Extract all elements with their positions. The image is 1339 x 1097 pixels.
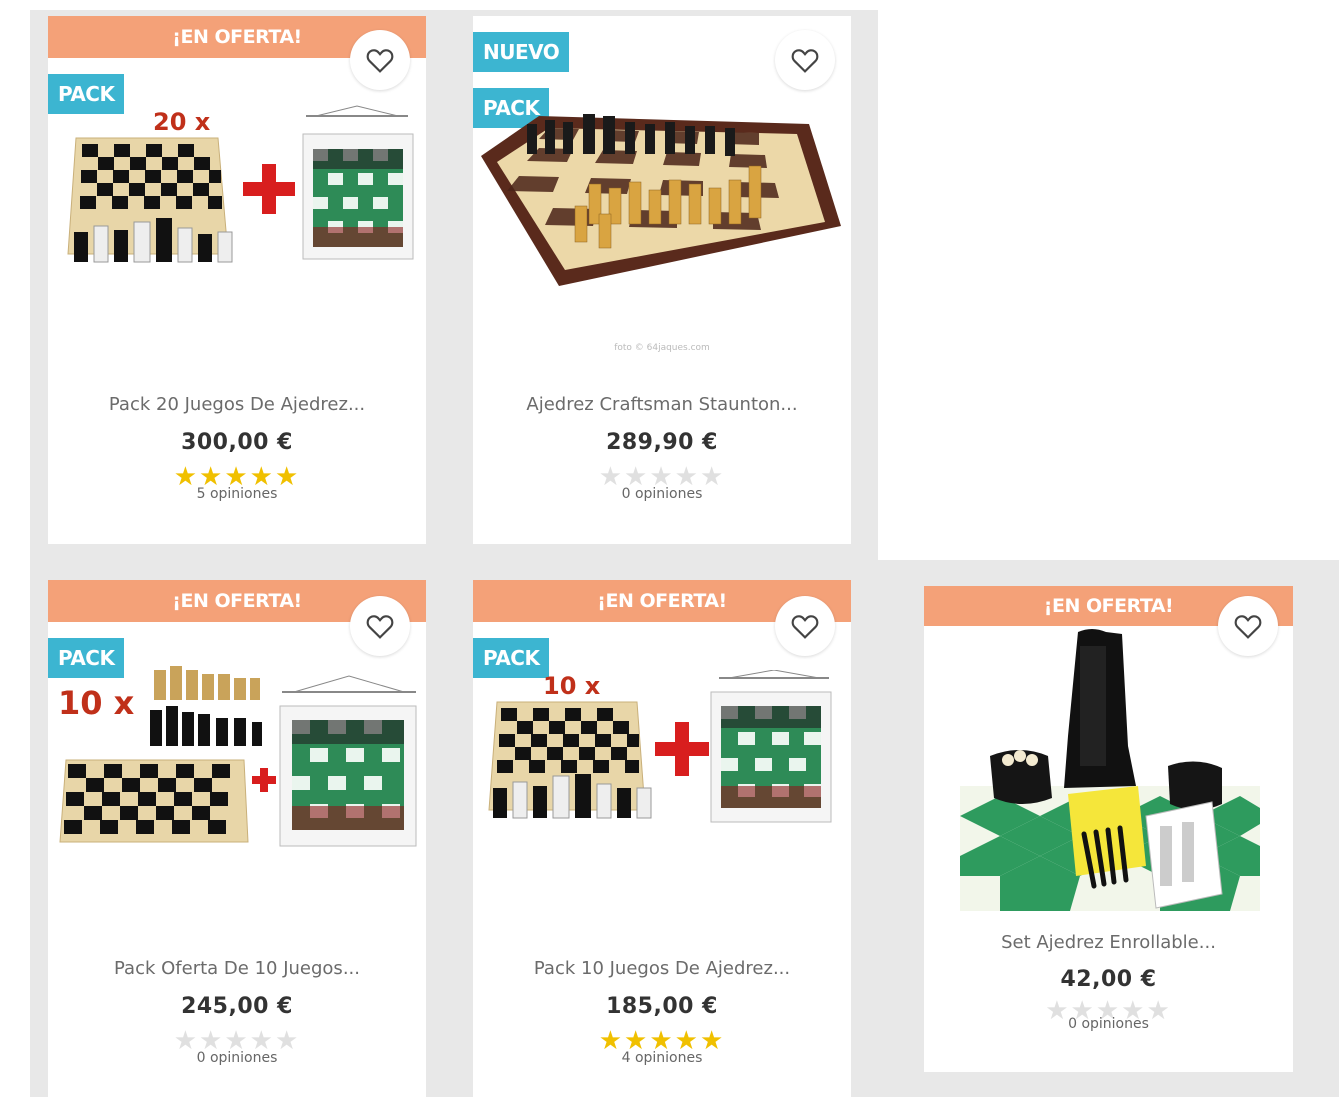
product-name[interactable]: Pack 20 Juegos De Ajedrez... <box>48 394 426 415</box>
product-image[interactable]: 10 x <box>483 670 843 840</box>
product-price: 289,90 € <box>606 430 718 455</box>
heart-outline-icon <box>791 49 819 73</box>
product-card[interactable]: NUEVO PACK foto © 64jaques.com Ajedrez C… <box>473 16 851 544</box>
product-price: 185,00 € <box>606 994 718 1019</box>
heart-outline-icon <box>366 49 394 73</box>
reviews-count: 0 opiniones <box>196 1050 278 1066</box>
product-image[interactable]: 20 x <box>58 104 418 294</box>
reviews-count: 4 opiniones <box>621 1050 703 1066</box>
product-card[interactable]: ¡EN OFERTA! PACK 20 x Pack 20 Juegos De … <box>48 16 426 544</box>
reviews-count: 0 opiniones <box>1068 1016 1149 1032</box>
heart-outline-icon <box>791 615 819 639</box>
wishlist-button[interactable] <box>775 596 835 656</box>
product-name[interactable]: Pack 10 Juegos De Ajedrez... <box>473 958 851 979</box>
wishlist-button[interactable] <box>350 30 410 90</box>
wishlist-button[interactable] <box>775 30 835 90</box>
product-name[interactable]: Ajedrez Craftsman Staunton... <box>473 394 851 415</box>
product-image[interactable]: 10 x <box>54 656 420 856</box>
product-card[interactable]: ¡EN OFERTA! PACK 10 x Pack 10 Juegos De … <box>473 580 851 1097</box>
flag-new: NUEVO <box>473 32 570 72</box>
image-caption: 10 x <box>543 672 601 700</box>
reviews-count: 0 opiniones <box>621 486 703 502</box>
reviews-count: 5 opiniones <box>196 486 278 502</box>
image-caption: 20 x <box>153 108 211 136</box>
product-price: 42,00 € <box>1060 967 1157 992</box>
image-watermark: foto © 64jaques.com <box>614 343 710 353</box>
product-name[interactable]: Set Ajedrez Enrollable... <box>924 932 1293 953</box>
wishlist-button[interactable] <box>350 596 410 656</box>
heart-outline-icon <box>366 615 394 639</box>
product-image[interactable]: foto © 64jaques.com <box>479 96 845 356</box>
product-price: 300,00 € <box>181 430 293 455</box>
product-card[interactable]: ¡EN OFERTA! PACK 10 x Pack Oferta De 10 … <box>48 580 426 1097</box>
product-image[interactable] <box>960 626 1260 911</box>
image-caption: 10 x <box>58 684 135 722</box>
product-price: 245,00 € <box>181 994 293 1019</box>
product-card[interactable]: ¡EN OFERTA! Set Ajedrez Enrollable... 42… <box>924 586 1293 1072</box>
product-name[interactable]: Pack Oferta De 10 Juegos... <box>48 958 426 979</box>
